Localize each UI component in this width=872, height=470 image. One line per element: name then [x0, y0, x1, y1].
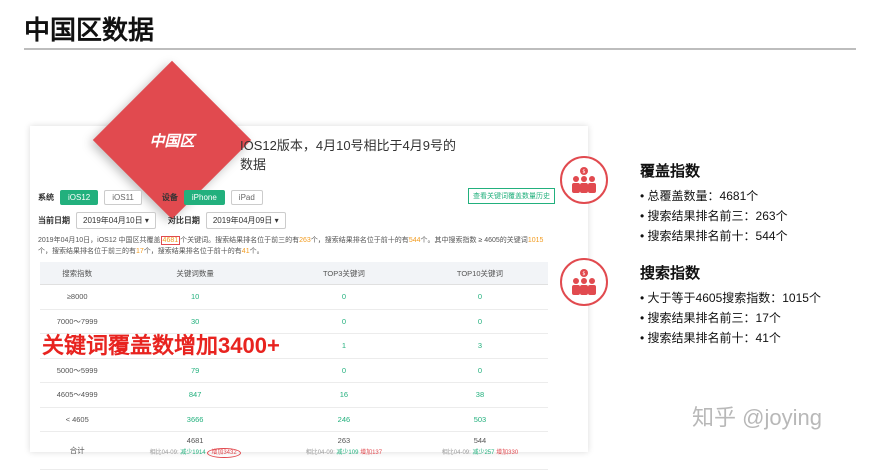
device-option-ipad[interactable]: iPad: [230, 190, 263, 205]
summary-total: 4681: [160, 236, 181, 245]
total-label: 合计: [40, 431, 115, 470]
table-cell[interactable]: 0: [411, 284, 548, 310]
filter-row-system: 系统 iOS12 iOS11 设备 iPhone iPad: [38, 190, 263, 205]
summary-part: 个，搜索结果排名位于前十的有: [310, 237, 409, 244]
summary-part: 2019年04月10日，iOS12 中国区共覆盖: [38, 237, 161, 244]
search-list: 大于等于4605搜索指数：1015个 搜索结果排名前三：17个 搜索结果排名前十…: [640, 288, 821, 348]
system-label: 系统: [38, 193, 54, 202]
device-option-iphone[interactable]: iPhone: [183, 190, 225, 205]
col-header: 关键词数量: [114, 262, 276, 285]
compare-prefix: 相比04-09:: [305, 450, 335, 456]
keyword-table: 搜索指数 关键词数量 TOP3关键词 TOP10关键词 ≥8000 10 0 0…: [40, 262, 548, 470]
watermark: 知乎 @joying: [692, 405, 822, 430]
title-divider: [24, 48, 856, 50]
table-cell: 5000～5999: [40, 358, 115, 383]
summary-top10: 544: [408, 237, 421, 244]
compare-up: 增加137: [360, 450, 383, 456]
summary-part: 个。其中搜索指数 ≥ 4605的关键词: [420, 237, 528, 244]
compare-date-label: 对比日期: [167, 216, 200, 225]
compare-down: 减少257: [472, 450, 495, 456]
table-cell[interactable]: 16: [275, 382, 412, 408]
table-cell: < 4605: [40, 407, 115, 432]
svg-text:$: $: [582, 169, 585, 175]
compare-line: 相比04-09: 减少1914 增加3432: [115, 447, 275, 458]
total-value[interactable]: 263: [338, 436, 351, 445]
summary-hi: 1015: [527, 237, 544, 244]
coverage-title: 覆盖指数: [640, 163, 701, 180]
table-cell[interactable]: 503: [411, 407, 548, 432]
svg-text:$: $: [582, 271, 585, 277]
compare-prefix: 相比04-09:: [441, 450, 471, 456]
summary-part: 个关键词。搜索结果排名位于前三的有: [180, 237, 300, 244]
summary-hi-top3: 17: [136, 248, 144, 255]
table-cell[interactable]: 0: [275, 309, 412, 334]
table-cell[interactable]: 0: [275, 284, 412, 310]
current-date-select[interactable]: 2019年04月10日 ▾: [76, 212, 156, 229]
table-cell[interactable]: 0: [411, 358, 548, 383]
compare-up: 增加3432: [207, 448, 241, 458]
table-row: ≥8000 10 0 0: [40, 284, 548, 310]
table-cell[interactable]: 246: [275, 407, 412, 432]
list-item: 搜索结果排名前三：263个: [640, 206, 788, 226]
compare-line: 相比04-09: 减少109 增加137: [277, 447, 411, 456]
summary-hi-top10: 41: [241, 248, 250, 255]
table-cell: ≥8000: [40, 284, 115, 310]
list-item: 大于等于4605搜索指数：1015个: [640, 288, 821, 308]
compare-down: 减少109: [336, 450, 359, 456]
list-item: 总覆盖数量：4681个: [640, 186, 788, 206]
table-cell[interactable]: 1: [275, 333, 412, 359]
summary-part: 个，搜索结果排名位于前十的有: [143, 248, 242, 255]
table-cell[interactable]: 847: [114, 382, 276, 408]
table-cell[interactable]: 0: [411, 309, 548, 334]
people-money-icon: $: [560, 258, 608, 306]
table-cell[interactable]: 0: [275, 358, 412, 383]
table-cell[interactable]: 3: [411, 333, 548, 359]
col-header: TOP3关键词: [275, 262, 412, 285]
history-button[interactable]: 查看关键词覆盖数量历史: [468, 188, 555, 204]
table-cell: 4605～4999: [40, 382, 115, 408]
system-option-ios11[interactable]: iOS11: [104, 190, 142, 205]
search-title: 搜索指数: [640, 265, 701, 282]
total-cell: 544 相比04-09: 减少257 增加330: [411, 431, 548, 470]
col-header: TOP10关键词: [411, 262, 548, 285]
summary-part: 个。: [249, 248, 264, 255]
coverage-list: 总覆盖数量：4681个 搜索结果排名前三：263个 搜索结果排名前十：544个: [640, 186, 788, 246]
table-row: < 4605 3666 246 503: [40, 407, 548, 432]
list-item: 搜索结果排名前十：41个: [640, 328, 821, 348]
table-cell[interactable]: 10: [114, 284, 276, 310]
table-cell[interactable]: 79: [114, 358, 276, 383]
table-cell[interactable]: 38: [411, 382, 548, 408]
summary-text: 2019年04月10日，iOS12 中国区共覆盖 4681 个关键词。搜索结果排名位…: [38, 235, 548, 257]
device-label: 设备: [161, 193, 178, 202]
compare-line: 相比04-09: 减少257 增加330: [413, 447, 547, 456]
system-option-ios12[interactable]: iOS12: [60, 190, 99, 205]
overlay-annotation: 关键词覆盖数增加3400+: [42, 333, 280, 358]
total-cell: 263 相比04-09: 减少109 增加137: [275, 431, 412, 470]
summary-top3: 263: [299, 237, 311, 244]
compare-prefix: 相比04-09:: [149, 450, 179, 456]
compare-date-select[interactable]: 2019年04月09日 ▾: [205, 212, 286, 229]
table-row: 5000～5999 79 0 0: [40, 358, 548, 383]
region-badge-label: 中国区: [149, 132, 195, 150]
total-value[interactable]: 4681: [187, 436, 204, 445]
list-item: 搜索结果排名前三：17个: [640, 308, 821, 328]
col-header: 搜索指数: [40, 262, 115, 285]
list-item: 搜索结果排名前十：544个: [640, 226, 788, 246]
filter-row-dates: 当前日期 2019年04月10日 ▾ 对比日期 2019年04月09日 ▾: [38, 212, 286, 229]
table-cell[interactable]: 3666: [114, 407, 276, 432]
compare-down: 减少1914: [180, 450, 206, 456]
current-date-label: 当前日期: [38, 216, 70, 225]
table-total-row: 合计 4681 相比04-09: 减少1914 增加3432 263 相比04-…: [40, 431, 548, 470]
total-value[interactable]: 544: [474, 436, 487, 445]
summary-part: 个，搜索结果排名位于前三的有: [38, 248, 136, 255]
table-header-row: 搜索指数 关键词数量 TOP3关键词 TOP10关键词: [40, 262, 548, 285]
intro-text: IOS12版本，4月10号相比于4月9号的数据: [240, 138, 457, 172]
people-money-icon: $: [560, 156, 608, 204]
total-cell: 4681 相比04-09: 减少1914 增加3432: [114, 431, 276, 470]
table-row: 4605～4999 847 16 38: [40, 382, 548, 408]
slide-title: 中国区数据: [24, 15, 155, 45]
compare-up: 增加330: [496, 450, 519, 456]
